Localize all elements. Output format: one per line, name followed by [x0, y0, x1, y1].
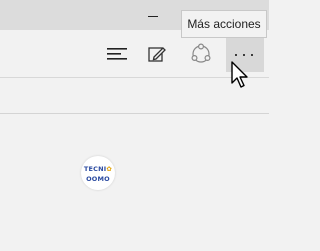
mouse-cursor-icon — [231, 61, 248, 88]
share-icon — [191, 43, 211, 63]
hub-icon — [107, 48, 127, 60]
favorites-bar — [0, 78, 269, 114]
logo-text-line2: OOMO — [86, 175, 110, 183]
web-note-button[interactable] — [140, 36, 174, 72]
logo-text-line1: TECNI✿ — [83, 165, 113, 173]
page-content: TECNI✿ OOMO — [0, 114, 269, 251]
web-note-icon — [148, 47, 166, 62]
minimize-button[interactable] — [146, 8, 160, 22]
site-logo[interactable]: TECNI✿ OOMO — [81, 156, 115, 190]
share-button[interactable] — [184, 36, 218, 72]
hub-button[interactable] — [100, 36, 134, 72]
tooltip: Más acciones — [181, 10, 267, 38]
